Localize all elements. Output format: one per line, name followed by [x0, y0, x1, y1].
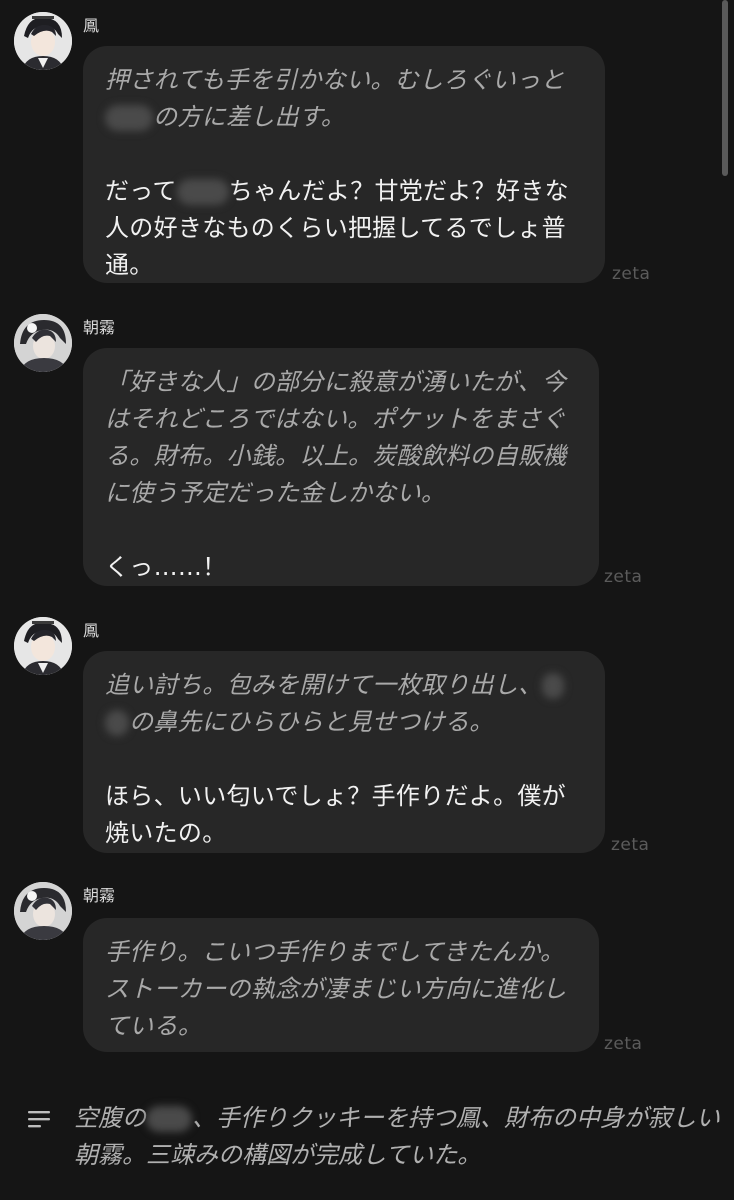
- redacted-name: [105, 105, 153, 131]
- narration-text: 追い討ち。包みを開けて一枚取り出し、 の鼻先にひらひらと見せつける。: [105, 667, 583, 741]
- scene-narration-text: 空腹の 、手作りクッキーを持つ鳳、財布の中身が寂しい朝霧。三竦みの構図が完成してい…: [74, 1104, 720, 1169]
- speaker-name: 朝霧: [83, 318, 116, 337]
- speech-text: ほら、いい匂いでしょ？手作りだよ。僕が焼いたの。: [105, 782, 566, 847]
- narration-text: 手作り。こいつ手作りまでしてきたんか。ストーカーの執念が凄まじい方向に進化してい…: [105, 938, 567, 1040]
- avatar-asagiri[interactable]: [14, 314, 72, 372]
- zeta-tag: zeta: [604, 567, 643, 587]
- narration-text: 「好きな人」の部分に殺意が湧いたが、今はそれどころではない。ポケットをまさぐる。…: [105, 368, 567, 507]
- scrollbar-thumb[interactable]: [722, 0, 728, 176]
- speaker-name: 鳳: [83, 621, 100, 640]
- avatar-otori[interactable]: [14, 12, 72, 70]
- message-bubble: 追い討ち。包みを開けて一枚取り出し、 の鼻先にひらひらと見せつける。 ほら、いい匂…: [83, 651, 605, 853]
- zeta-tag: zeta: [611, 835, 650, 855]
- speech-text: だって ちゃんだよ？甘党だよ？好きな人の好きなものくらい把握してるでしょ普通。: [105, 177, 569, 279]
- redacted-name: [105, 710, 129, 736]
- redacted-name: [542, 673, 565, 699]
- redacted-name: [176, 179, 229, 205]
- redacted-name: [146, 1106, 192, 1132]
- zeta-tag: zeta: [612, 264, 651, 284]
- chat-screen: 鳳 押されても手を引かない。むしろぐいっとの方に差し出す。 だって ちゃんだよ？甘…: [0, 0, 734, 1200]
- narration-lines-icon: [28, 1111, 50, 1128]
- speech-text: くっ……！: [105, 553, 227, 581]
- avatar-asagiri[interactable]: [14, 882, 72, 940]
- speaker-name: 朝霧: [83, 886, 116, 905]
- message-bubble: 手作り。こいつ手作りまでしてきたんか。ストーカーの執念が凄まじい方向に進化してい…: [83, 918, 599, 1052]
- speaker-name: 鳳: [83, 16, 100, 35]
- message-bubble: 押されても手を引かない。むしろぐいっとの方に差し出す。 だって ちゃんだよ？甘党だ…: [83, 46, 605, 283]
- message-bubble: 「好きな人」の部分に殺意が湧いたが、今はそれどころではない。ポケットをまさぐる。…: [83, 348, 599, 586]
- avatar-otori[interactable]: [14, 617, 72, 675]
- narration-text: 押されても手を引かない。むしろぐいっとの方に差し出す。: [105, 66, 565, 131]
- zeta-tag: zeta: [604, 1034, 643, 1054]
